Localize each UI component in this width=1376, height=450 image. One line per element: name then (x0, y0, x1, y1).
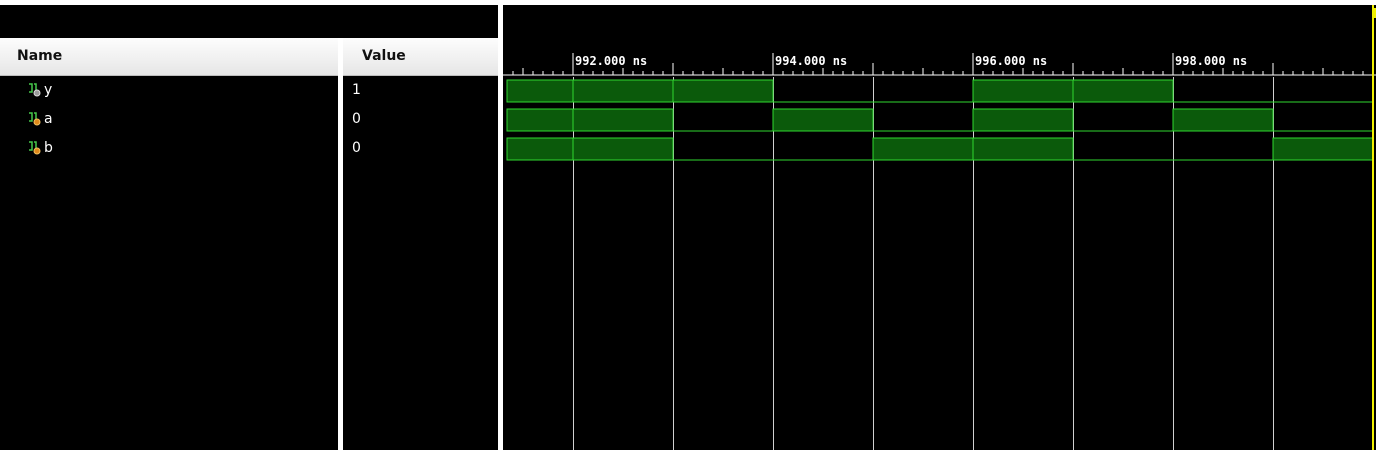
time-ruler[interactable]: 992.000 ns 994.000 ns 996.000 ns 998.000 ns (503, 53, 1376, 76)
input-signal-icon (29, 141, 41, 155)
wave-high-segment (1272, 137, 1374, 161)
signal-value: 1 (352, 82, 361, 98)
signal-row-y[interactable]: y 1 (0, 76, 498, 105)
signal-row-b[interactable]: b 0 (0, 134, 498, 163)
signal-name: b (44, 140, 53, 156)
signal-row-a[interactable]: a 0 (0, 105, 498, 134)
name-column-header[interactable]: Name (17, 38, 62, 75)
wave-high-segment (972, 108, 1074, 132)
waveforms (506, 79, 1374, 161)
value-column-header[interactable]: Value (362, 38, 406, 75)
signal-name: a (44, 111, 53, 127)
time-cursor-marker (1372, 8, 1376, 18)
waveform-y (506, 79, 1373, 103)
wave-high-segment (506, 137, 574, 161)
signal-value: 0 (352, 111, 361, 127)
wave-high-segment (1072, 79, 1174, 103)
signal-value: 0 (352, 140, 361, 156)
wave-high-segment (572, 108, 674, 132)
wave-high-segment (572, 137, 674, 161)
names-header: Name Value (0, 38, 498, 76)
wave-high-segment (572, 79, 674, 103)
names-toolbar (0, 5, 498, 38)
waveform-canvas[interactable]: 992.000 ns 994.000 ns 996.000 ns 998.000 ns (503, 5, 1376, 450)
input-signal-icon (29, 112, 41, 126)
waveform-b (506, 137, 1374, 161)
waveform-panel[interactable]: 992.000 ns 994.000 ns 996.000 ns 998.000 ns (503, 5, 1376, 450)
time-label: 992.000 ns (575, 54, 647, 68)
signal-name: y (44, 82, 53, 98)
output-signal-icon (29, 83, 41, 97)
time-label: 994.000 ns (775, 54, 847, 68)
wave-high-segment (972, 137, 1074, 161)
time-label: 998.000 ns (1175, 54, 1247, 68)
wave-high-segment (506, 79, 574, 103)
wave-high-segment (972, 79, 1074, 103)
wave-high-segment (506, 108, 574, 132)
time-grid (573, 77, 1274, 450)
wave-high-segment (1172, 108, 1274, 132)
wave-high-segment (672, 79, 774, 103)
wave-high-segment (872, 137, 974, 161)
names-panel: Name Value y 1 a 0 b 0 (0, 5, 498, 450)
waveform-a (506, 108, 1373, 132)
time-label: 996.000 ns (975, 54, 1047, 68)
wave-high-segment (772, 108, 874, 132)
time-cursor-layer (1372, 5, 1376, 450)
